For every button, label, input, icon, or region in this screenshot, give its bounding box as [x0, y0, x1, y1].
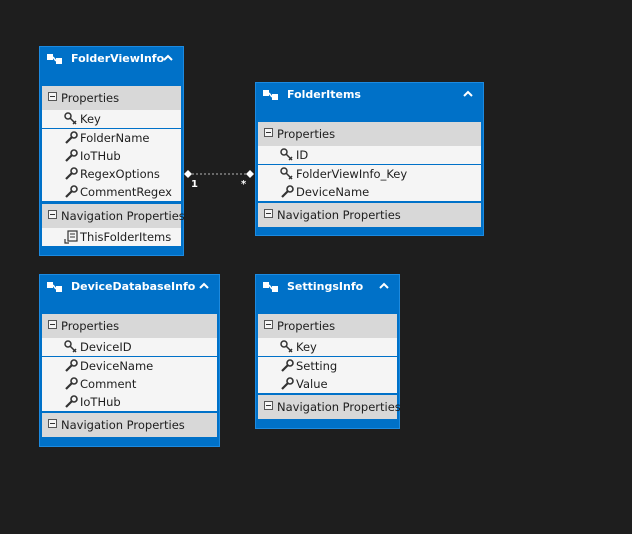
- entity-type-icon: [263, 282, 278, 292]
- properties-section-header[interactable]: Properties: [258, 122, 481, 146]
- entity-type-icon: [47, 282, 62, 292]
- properties-section-header[interactable]: Properties: [258, 314, 397, 338]
- wrench-icon: [281, 185, 294, 198]
- entity-type-icon: [263, 90, 278, 100]
- property-name: Key: [296, 340, 317, 354]
- collapse-minus-icon[interactable]: [48, 419, 57, 428]
- property-name: Key: [80, 112, 101, 126]
- property-name: DeviceName: [296, 185, 370, 199]
- property-row[interactable]: DeviceName: [42, 357, 217, 375]
- property-name: ID: [296, 148, 309, 162]
- property-name: Comment: [80, 377, 137, 391]
- key-icon: [280, 167, 293, 180]
- entity-header[interactable]: SettingsInfo: [256, 275, 399, 299]
- property-name: IoTHub: [80, 395, 121, 409]
- entity-header[interactable]: DeviceDatabaseInfo: [40, 275, 219, 299]
- key-icon: [280, 148, 293, 161]
- property-row[interactable]: Value: [258, 375, 397, 393]
- navigation-property-row[interactable]: ThisFolderItems: [42, 228, 181, 246]
- wrench-icon: [65, 185, 78, 198]
- association-multiplicity-many: *: [241, 179, 247, 190]
- chevron-up-icon[interactable]: [379, 282, 389, 290]
- property-row[interactable]: IoTHub: [42, 393, 217, 411]
- property-name: Setting: [296, 359, 338, 373]
- property-name: DeviceID: [80, 340, 132, 354]
- property-name: RegexOptions: [80, 167, 160, 181]
- collapse-minus-icon[interactable]: [48, 210, 57, 219]
- collapse-minus-icon[interactable]: [48, 320, 57, 329]
- property-row[interactable]: Setting: [258, 357, 397, 375]
- navigation-section-header[interactable]: Navigation Properties: [258, 395, 401, 419]
- property-row[interactable]: Key: [42, 110, 181, 128]
- section-label: Properties: [61, 91, 120, 105]
- key-icon: [280, 340, 293, 353]
- collapse-minus-icon[interactable]: [264, 128, 273, 137]
- navigation-section-header[interactable]: Navigation Properties: [42, 204, 185, 228]
- entity-title: FolderViewInfo: [71, 52, 165, 65]
- property-row[interactable]: Comment: [42, 375, 217, 393]
- section-label: Navigation Properties: [277, 208, 401, 222]
- collapse-minus-icon[interactable]: [264, 320, 273, 329]
- entity-devicedatabaseinfo[interactable]: DeviceDatabaseInfo Properties DeviceID D…: [39, 274, 220, 447]
- section-label: Properties: [277, 127, 336, 141]
- navigation-section-header[interactable]: Navigation Properties: [42, 413, 217, 437]
- wrench-icon: [281, 377, 294, 390]
- collapse-minus-icon[interactable]: [48, 92, 57, 101]
- collapse-minus-icon[interactable]: [264, 209, 273, 218]
- wrench-icon: [65, 359, 78, 372]
- property-row[interactable]: FolderViewInfo_Key: [258, 165, 481, 183]
- chevron-up-icon[interactable]: [199, 282, 209, 290]
- wrench-icon: [65, 167, 78, 180]
- property-name: FolderViewInfo_Key: [296, 167, 408, 181]
- property-row[interactable]: IoTHub: [42, 147, 181, 165]
- entity-folderviewinfo[interactable]: FolderViewInfo Properties Key FolderName…: [39, 46, 185, 256]
- property-name: Value: [296, 377, 328, 391]
- property-row[interactable]: RegexOptions: [42, 165, 181, 183]
- entity-title: DeviceDatabaseInfo: [71, 280, 196, 293]
- wrench-icon: [65, 377, 78, 390]
- collapse-minus-icon[interactable]: [264, 401, 273, 410]
- entity-type-icon: [47, 54, 62, 64]
- entity-title: FolderItems: [287, 88, 361, 101]
- navigation-property-name: ThisFolderItems: [80, 230, 172, 244]
- wrench-icon: [65, 149, 78, 162]
- property-row[interactable]: Key: [258, 338, 397, 356]
- property-row[interactable]: FolderName: [42, 129, 181, 147]
- entity-folderitems[interactable]: FolderItems Properties ID FolderViewInfo…: [255, 82, 484, 236]
- property-name: DeviceName: [80, 359, 154, 373]
- property-name: FolderName: [80, 131, 150, 145]
- section-label: Navigation Properties: [61, 209, 185, 223]
- property-row[interactable]: ID: [258, 146, 481, 164]
- section-label: Properties: [277, 319, 336, 333]
- entity-header[interactable]: FolderItems: [256, 83, 483, 107]
- section-label: Properties: [61, 319, 120, 333]
- navigation-section-header[interactable]: Navigation Properties: [258, 203, 481, 227]
- wrench-icon: [65, 131, 78, 144]
- key-icon: [64, 340, 77, 353]
- wrench-icon: [65, 395, 78, 408]
- wrench-icon: [281, 359, 294, 372]
- key-icon: [64, 112, 77, 125]
- navigation-property-icon: [64, 230, 78, 244]
- section-label: Navigation Properties: [61, 418, 185, 432]
- entity-header[interactable]: FolderViewInfo: [40, 47, 183, 71]
- entity-title: SettingsInfo: [287, 280, 364, 293]
- entity-settingsinfo[interactable]: SettingsInfo Properties Key Setting Valu…: [255, 274, 401, 429]
- property-name: IoTHub: [80, 149, 121, 163]
- properties-section-header[interactable]: Properties: [42, 86, 181, 110]
- property-row[interactable]: DeviceName: [258, 183, 481, 201]
- chevron-up-icon[interactable]: [163, 54, 173, 62]
- property-name: CommentRegex: [80, 185, 172, 199]
- section-label: Navigation Properties: [277, 400, 401, 414]
- property-row[interactable]: CommentRegex: [42, 183, 181, 201]
- association-multiplicity-one: 1: [191, 179, 198, 190]
- property-row[interactable]: DeviceID: [42, 338, 217, 356]
- chevron-up-icon[interactable]: [463, 90, 473, 98]
- properties-section-header[interactable]: Properties: [42, 314, 217, 338]
